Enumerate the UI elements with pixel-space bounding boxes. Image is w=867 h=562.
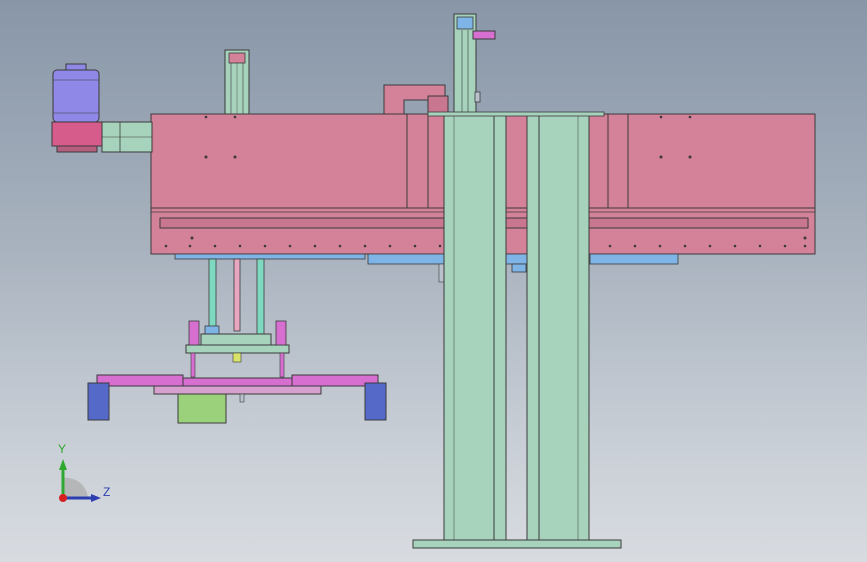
linear-rails bbox=[174, 253, 679, 283]
gripper-pad-right bbox=[364, 382, 387, 421]
pneumatic-cylinder bbox=[177, 393, 227, 424]
x-axis-motor[interactable] bbox=[51, 63, 153, 153]
assembly-drawing[interactable] bbox=[0, 0, 867, 562]
gripper-assembly[interactable] bbox=[87, 374, 387, 424]
coordinate-triad: Y Z bbox=[48, 440, 118, 510]
motor-body bbox=[52, 69, 100, 123]
support-column-left[interactable] bbox=[443, 113, 507, 541]
guide-rods bbox=[204, 258, 265, 338]
triad-y-label: Y bbox=[58, 442, 67, 456]
gearbox bbox=[51, 121, 103, 147]
gearbox-base bbox=[56, 145, 98, 153]
column-top-plate bbox=[427, 111, 605, 117]
cad-viewport[interactable]: Y Z bbox=[0, 0, 867, 562]
base-plate[interactable] bbox=[412, 539, 622, 549]
z-axis-motor-left[interactable] bbox=[224, 49, 250, 115]
gripper-pad-left bbox=[87, 382, 110, 421]
support-column-right[interactable] bbox=[526, 113, 590, 541]
carriage-bracket[interactable] bbox=[383, 13, 496, 115]
triad-z-label: Z bbox=[103, 485, 111, 499]
